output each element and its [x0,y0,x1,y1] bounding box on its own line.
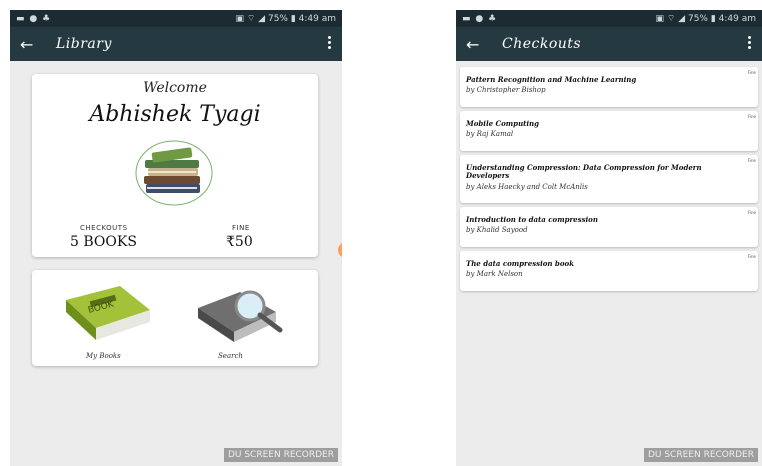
status-bar: ▬ ● ♣ ▣ ⌔ ◢ 75% ▮ 4:49 am [456,10,762,27]
actions-card: BOOK My Books Search [32,270,318,366]
book-title: Understanding Compression: Data Compress… [466,163,702,180]
book-title: Introduction to data compression [466,215,598,224]
book-author: by Raj Kamal [466,130,514,138]
page-title: Library [56,36,112,52]
list-item[interactable]: The data compression book by Mark Nelson… [460,251,758,291]
fine-value: ₹50 [226,234,253,250]
book-author: by Aleks Haecky and Colt McAnlis [466,183,588,191]
search-label[interactable]: Search [218,352,243,360]
my-books-label[interactable]: My Books [86,352,121,360]
status-right-info: ▣ ⌔ ◢ 75% ▮ 4:49 am [655,14,757,24]
back-arrow-icon[interactable]: ← [466,35,488,54]
fine-label: Fine [747,254,756,259]
my-books-icon[interactable]: BOOK [60,280,152,350]
user-name: Abhishek Tyagi [89,102,261,127]
search-icon[interactable] [194,284,294,350]
fine-label: Fine [747,158,756,163]
book-title: Mobile Computing [466,119,540,128]
list-item[interactable]: Mobile Computing by Raj Kamal Fine [460,111,758,151]
checkouts-value: 5 BOOKS [70,234,137,250]
status-bar: ▬ ● ♣ ▣ ⌔ ◢ 75% ▮ 4:49 am [10,10,342,27]
app-bar: ← Library [10,27,342,61]
list-item[interactable]: Understanding Compression: Data Compress… [460,155,758,203]
fine-label: Fine [747,210,756,215]
screen-recorder-watermark: DU SCREEN RECORDER [643,448,758,462]
more-options-icon[interactable] [748,36,752,51]
welcome-label: Welcome [143,80,207,96]
back-arrow-icon[interactable]: ← [20,35,42,54]
list-item[interactable]: Introduction to data compression by Khal… [460,207,758,247]
fine-label: FINE [232,224,250,232]
status-left-icons: ▬ ● ♣ [16,13,52,24]
book-author: by Khalid Sayood [466,226,528,234]
book-title: Pattern Recognition and Machine Learning [466,75,637,84]
page-title: Checkouts [502,36,582,52]
status-right-info: ▣ ⌔ ◢ 75% ▮ 4:49 am [235,14,337,24]
fine-label: Fine [747,114,756,119]
book-author: by Christopher Bishop [466,86,546,94]
books-stack-icon [135,140,213,206]
list-item[interactable]: Pattern Recognition and Machine Learning… [460,67,758,107]
checkouts-screen: ▬ ● ♣ ▣ ⌔ ◢ 75% ▮ 4:49 am ← Checkouts Pa… [456,10,762,466]
status-left-icons: ▬ ● ♣ [462,13,498,24]
book-author: by Mark Nelson [466,270,523,278]
fine-label: Fine [747,70,756,75]
welcome-card: Welcome Abhishek Tyagi CHECKOUTS 5 BOOKS… [32,74,318,257]
more-options-icon[interactable] [328,36,332,51]
checkouts-label: CHECKOUTS [80,224,128,232]
library-screen: ▬ ● ♣ ▣ ⌔ ◢ 75% ▮ 4:49 am ← Library Welc… [10,10,342,466]
app-bar: ← Checkouts [456,27,762,61]
scroll-indicator [338,242,342,258]
screen-recorder-watermark: DU SCREEN RECORDER [223,448,338,462]
book-title: The data compression book [466,259,575,268]
